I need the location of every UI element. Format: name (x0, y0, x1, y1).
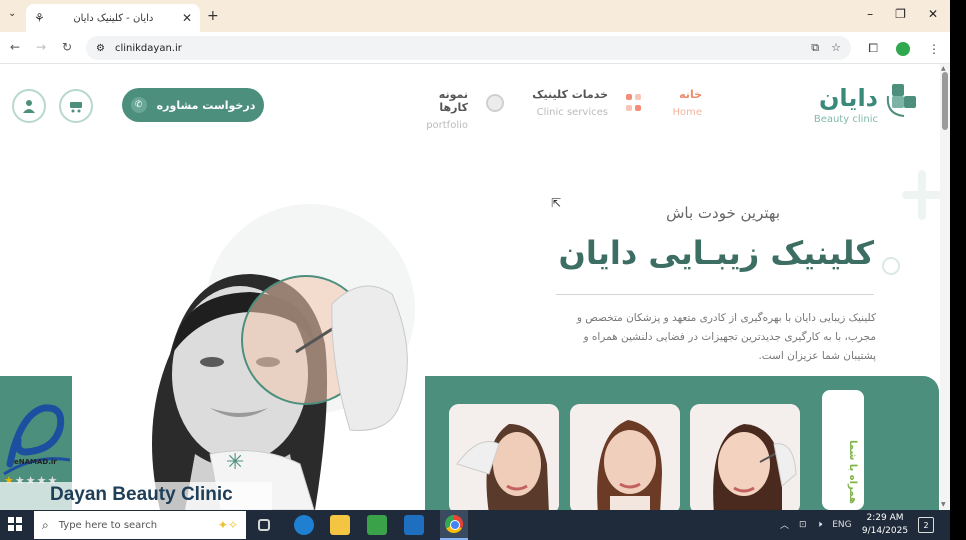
consultation-button-label: درخواست مشاوره (156, 98, 256, 112)
reload-icon[interactable]: ↻ (62, 40, 72, 54)
user-icon (23, 100, 35, 113)
mail-icon[interactable] (404, 515, 424, 535)
services-icon (486, 94, 504, 112)
taskbar-clock[interactable]: 2:29 AM 9/14/2025 (860, 512, 910, 538)
side-card-text: همراه با شما (847, 440, 858, 504)
nav-item-portfolio[interactable]: نمونه کارها portfolio (408, 88, 468, 131)
title-divider (556, 294, 874, 295)
nav-item-services[interactable]: خدمات کلینیک Clinic services (520, 88, 608, 118)
edge-browser-icon[interactable] (294, 515, 314, 535)
service-thumbnail[interactable] (570, 404, 680, 510)
hero-tagline: بهترین خودت باش (666, 204, 780, 222)
translate-icon[interactable]: ⧉ (811, 41, 819, 55)
address-bar[interactable]: ⚙ clinikdayan.ir ⧉ ☆ (86, 36, 851, 60)
mouse-cursor-icon: ⇱ (551, 196, 562, 210)
bookmark-star-icon[interactable]: ☆ (831, 41, 841, 55)
system-tray: ︿ ⊡ 🕨 ENG (780, 518, 852, 532)
home-grid-icon (626, 94, 644, 112)
minimize-button[interactable]: – (867, 7, 873, 21)
site-favicon-icon: ⚘ (34, 11, 45, 25)
thumbnail-face-image (690, 404, 800, 510)
screen-edge (950, 0, 966, 540)
clock-date: 9/14/2025 (861, 526, 909, 536)
site-info-icon[interactable]: ⚙ (96, 43, 105, 54)
back-icon[interactable]: ← (10, 40, 20, 54)
forward-icon[interactable]: → (36, 40, 46, 54)
service-thumbnail[interactable] (449, 404, 559, 510)
language-indicator[interactable]: ENG (832, 520, 851, 530)
browser-toolbar: ← → ↻ ⚙ clinikdayan.ir ⧉ ☆ ⧠ ⋮ (0, 32, 950, 64)
phone-icon: ✆ (130, 97, 147, 113)
decorative-circle (882, 257, 900, 275)
service-thumbnail[interactable] (690, 404, 800, 510)
window-controls: – ❐ ✕ (867, 7, 938, 21)
maximize-button[interactable]: ❐ (895, 7, 906, 21)
thumbnail-face-image (449, 404, 559, 510)
close-window-button[interactable]: ✕ (928, 7, 938, 21)
tray-chevron-icon[interactable]: ︿ (780, 518, 789, 531)
hero-face-image (152, 204, 415, 510)
overlay-caption-text: Dayan Beauty Clinic (50, 484, 233, 505)
enamad-badge-icon[interactable] (0, 394, 72, 486)
chrome-logo-icon (445, 515, 463, 533)
task-view-icon[interactable] (258, 519, 270, 531)
nav-portfolio-fa: نمونه کارها (438, 88, 468, 114)
file-explorer-icon[interactable] (330, 515, 350, 535)
nav-portfolio-en: portfolio (426, 120, 468, 131)
nav-item-home[interactable]: خانه Home (660, 88, 702, 118)
microsoft-store-icon[interactable] (367, 515, 387, 535)
nav-home-fa: خانه (679, 88, 702, 101)
taskbar-search-box[interactable]: ⌕ Type here to search ✦✧ (34, 511, 246, 539)
page-scrollbar[interactable] (940, 64, 950, 510)
taskbar-search-placeholder: Type here to search (58, 519, 158, 531)
windows-start-icon[interactable] (8, 517, 22, 531)
scroll-down-icon[interactable]: ▼ (941, 501, 946, 508)
browser-tab-bar: ⌄ ⚘ دایان - کلینیک دایان ✕ + – ❐ ✕ (0, 0, 950, 32)
logo-text: دایان (818, 84, 878, 112)
nav-home-en: Home (672, 107, 702, 118)
menu-kebab-icon[interactable]: ⋮ (928, 42, 940, 56)
tab-close-icon[interactable]: ✕ (182, 11, 192, 25)
nav-services-en: Clinic services (536, 107, 608, 118)
account-button[interactable] (12, 89, 46, 123)
site-logo[interactable]: دایان Beauty clinic (804, 82, 926, 130)
clock-time: 2:29 AM (866, 513, 904, 523)
new-tab-icon[interactable]: + (207, 8, 219, 24)
windows-taskbar: ⌕ Type here to search ✦✧ ︿ ⊡ 🕨 ENG 2:29 … (0, 510, 950, 540)
decorative-plus-icon (902, 170, 942, 220)
enamad-label: eNAMAD.ir (14, 458, 57, 466)
search-highlight-icon: ✦✧ (217, 518, 238, 532)
scroll-up-icon[interactable]: ▲ (941, 65, 946, 72)
tab-search-icon[interactable]: ⌄ (8, 8, 16, 19)
volume-icon[interactable]: 🕨 (817, 520, 823, 530)
cart-icon (70, 102, 82, 113)
notifications-button[interactable]: 2 (918, 517, 934, 533)
chrome-taskbar-icon[interactable] (440, 510, 468, 540)
consultation-button[interactable]: درخواست مشاوره ✆ (122, 88, 264, 122)
profile-avatar-icon[interactable] (896, 41, 910, 56)
logo-subtitle: Beauty clinic (813, 114, 878, 125)
hero-description: کلینیک زیبایی دایان با بهره‌گیری از کادر… (576, 312, 876, 362)
logo-mark-icon (886, 84, 916, 117)
web-page: دایان Beauty clinic خانه Home خدمات کلین… (0, 64, 950, 510)
network-icon[interactable]: ⊡ (799, 520, 807, 530)
cart-button[interactable] (59, 89, 93, 123)
scrollbar-thumb[interactable] (942, 72, 948, 130)
url-text: clinikdayan.ir (114, 42, 182, 54)
notification-count: 2 (923, 520, 929, 530)
thumbnail-face-image (570, 404, 680, 510)
hero-title: کلینیک زیبـایی دایان (558, 234, 874, 272)
search-icon: ⌕ (42, 517, 49, 532)
nav-services-fa: خدمات کلینیک (532, 88, 608, 101)
browser-tab[interactable]: ⚘ دایان - کلینیک دایان ✕ (26, 4, 200, 32)
sparkle-icon: ✳ (226, 450, 245, 475)
tab-title: دایان - کلینیک دایان (73, 12, 154, 24)
extensions-icon[interactable]: ⧠ (868, 41, 878, 56)
